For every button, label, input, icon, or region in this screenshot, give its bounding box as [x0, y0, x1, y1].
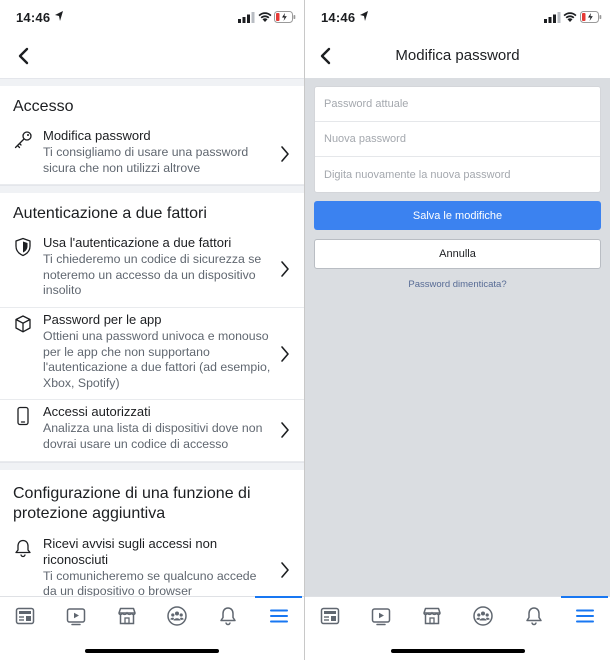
tab-menu[interactable] — [559, 596, 610, 634]
password-form — [314, 86, 601, 193]
chevron-right-icon — [281, 261, 289, 277]
navigation-bar — [0, 34, 304, 78]
login-alerts-title: Ricevi avvisi sugli accessi non riconosc… — [43, 535, 218, 567]
menu-icon — [575, 609, 594, 622]
section-title-two-factor: Autenticazione a due fattori — [13, 205, 207, 223]
change-password-title: Modifica password — [43, 128, 151, 143]
groups-icon — [167, 605, 188, 626]
new-password-field[interactable] — [315, 122, 600, 157]
two-factor-title: Usa l'autenticazione a due fattori — [43, 235, 232, 251]
status-bar: 14:46 — [305, 0, 610, 34]
wifi-icon — [258, 12, 272, 22]
bottom-tab-bar — [0, 596, 304, 634]
tab-menu[interactable] — [253, 596, 304, 634]
change-password-description: Ti consigliamo di usare una password sic… — [43, 145, 249, 175]
cancel-button[interactable]: Annulla — [314, 239, 601, 269]
tab-news-feed[interactable] — [305, 597, 356, 634]
tab-marketplace[interactable] — [101, 597, 152, 634]
app-passwords-title: Password per le app — [43, 311, 162, 327]
navigation-bar: Modifica password — [305, 34, 610, 78]
section-separator — [0, 461, 304, 470]
tab-news-feed[interactable] — [0, 597, 51, 634]
cellular-signal-icon — [238, 12, 255, 23]
app-passwords-description: Ottieni una password univoca e monouso p… — [43, 328, 271, 390]
notifications-icon — [525, 606, 542, 625]
tab-notifications[interactable] — [508, 597, 559, 634]
battery-low-icon — [274, 11, 296, 23]
key-icon — [14, 131, 32, 149]
news-feed-icon — [16, 607, 35, 624]
section-title-extra-security: Configurazione di una funzione di protez… — [13, 484, 251, 522]
chevron-right-icon — [281, 345, 289, 362]
menu-icon — [269, 609, 288, 622]
cellular-signal-icon — [544, 12, 561, 23]
section-separator — [0, 78, 304, 86]
tab-marketplace[interactable] — [407, 597, 458, 634]
settings-list: Accesso Modifica password Ti consigliamo… — [0, 78, 304, 596]
home-indicator-area — [305, 634, 610, 660]
save-changes-button[interactable]: Salva le modifiche — [314, 201, 601, 230]
tab-groups[interactable] — [152, 597, 203, 634]
bell-icon — [15, 539, 31, 557]
marketplace-icon — [117, 607, 136, 624]
change-password-row[interactable]: Modifica password Ti consigliamo di usar… — [0, 124, 304, 186]
chevron-right-icon — [281, 561, 289, 578]
phone-icon — [17, 407, 29, 426]
bottom-tab-bar — [305, 596, 610, 634]
home-indicator[interactable] — [85, 649, 219, 653]
login-alerts-row[interactable]: Ricevi avvisi sugli accessi non riconosc… — [0, 532, 304, 596]
shield-icon — [15, 238, 31, 257]
two-factor-description: Ti chiederemo un codice di sicurezza se … — [43, 252, 262, 298]
groups-icon — [473, 605, 493, 626]
chevron-right-icon — [281, 422, 289, 439]
battery-low-icon — [580, 11, 602, 23]
location-arrow-icon — [360, 11, 368, 21]
forgot-password-link[interactable]: Password dimenticata? — [305, 279, 610, 290]
marketplace-icon — [423, 607, 441, 624]
tab-notifications[interactable] — [203, 597, 254, 634]
current-password-field[interactable] — [315, 87, 600, 122]
home-indicator-area — [0, 634, 304, 660]
change-password-screen: 14:46 Modifica password Salva le modific… — [305, 0, 610, 660]
confirm-password-field[interactable] — [315, 157, 600, 192]
cube-icon — [15, 315, 31, 333]
app-passwords-row[interactable]: Password per le app Ottieni una password… — [0, 308, 304, 401]
news-feed-icon — [321, 607, 340, 624]
watch-icon — [66, 607, 86, 625]
home-indicator[interactable] — [390, 649, 525, 653]
authorized-logins-description: Analizza una lista di dispositivi dove n… — [43, 421, 263, 451]
tab-watch[interactable] — [51, 597, 102, 634]
authorized-logins-row[interactable]: Accessi autorizzati Analizza una lista d… — [0, 400, 304, 462]
two-factor-row[interactable]: Usa l'autenticazione a due fattori Ti ch… — [0, 231, 304, 308]
section-title-login: Accesso — [13, 98, 74, 115]
status-bar: 14:46 — [0, 0, 304, 34]
authorized-logins-title: Accessi autorizzati — [43, 404, 151, 420]
watch-icon — [371, 607, 391, 625]
chevron-right-icon — [281, 146, 289, 162]
tab-groups[interactable] — [457, 597, 508, 634]
status-time: 14:46 — [321, 10, 356, 25]
section-separator — [0, 185, 304, 194]
location-arrow-icon — [55, 11, 63, 21]
wifi-icon — [563, 12, 577, 22]
back-arrow-icon[interactable] — [14, 45, 36, 67]
status-time: 14:46 — [16, 10, 51, 25]
tab-watch[interactable] — [356, 597, 407, 634]
page-title: Modifica password — [395, 47, 520, 64]
login-alerts-description: Ti comunicheremo se qualcuno accede da u… — [43, 568, 257, 596]
security-settings-screen: 14:46 Accesso Modifica password Ti consi… — [0, 0, 304, 660]
notifications-icon — [220, 606, 236, 625]
